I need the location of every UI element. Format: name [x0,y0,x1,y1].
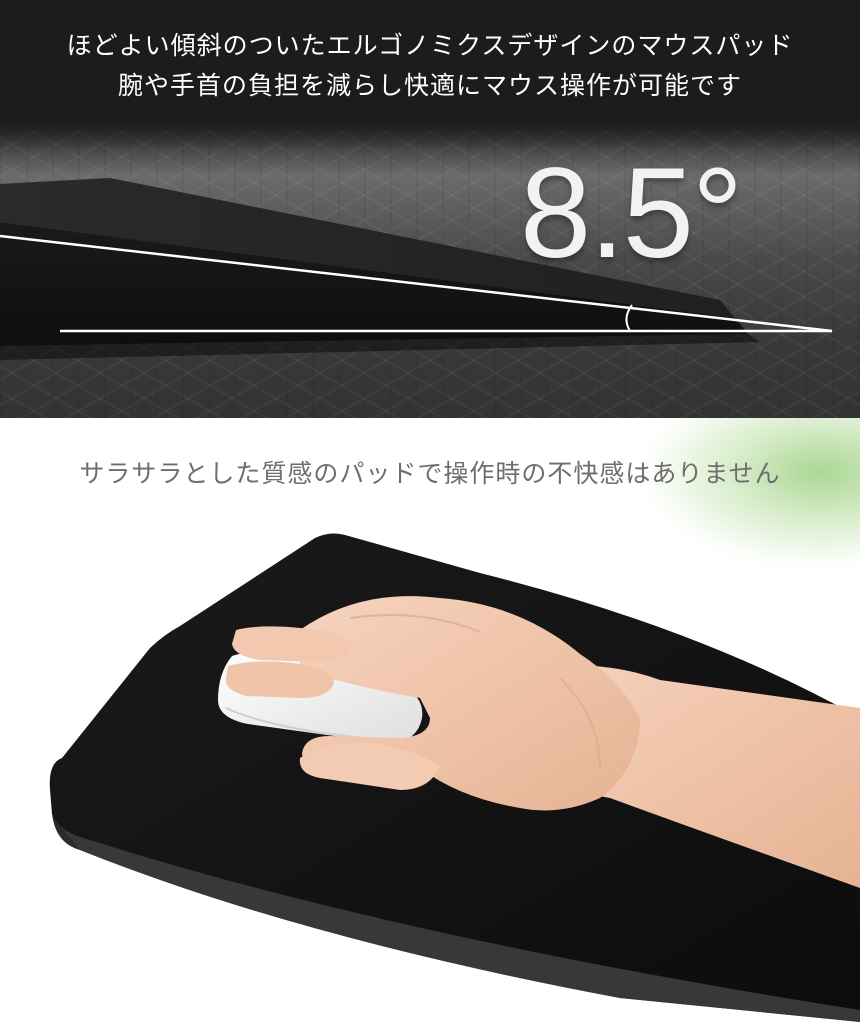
bottom-caption: サラサラとした質感のパッドで操作時の不快感はありません [79,459,781,488]
hand-on-pad-photo-panel: サラサラとした質感のパッドで操作時の不快感はありません [0,418,860,1022]
tilt-illustration-panel: ほどよい傾斜のついたエルゴノミクスデザインのマウスパッド 腕や手首の負担を減らし… [0,0,860,418]
mouse-pad-scene [49,533,860,1022]
angle-value-label: 8.5° [520,142,743,285]
